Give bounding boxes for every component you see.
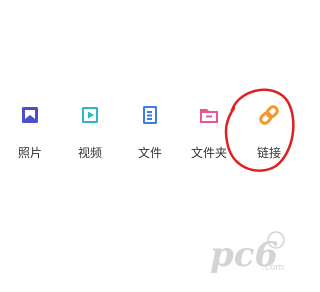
share-options-bar: 照片 视频 文件 文件夹 链接 pc6 .com	[0, 0, 300, 292]
pc6-watermark-logo: pc6 .com	[208, 226, 292, 278]
share-file-label: 文件	[137, 146, 162, 160]
share-photo-label: 照片	[17, 146, 42, 160]
share-link-label: 链接	[256, 146, 281, 160]
share-photo-button[interactable]: 照片	[6, 104, 54, 164]
file-icon	[139, 104, 161, 126]
link-icon	[258, 104, 280, 126]
share-folder-label: 文件夹	[190, 146, 227, 160]
share-video-label: 视频	[77, 146, 102, 160]
share-file-button[interactable]: 文件	[126, 104, 174, 164]
folder-icon	[198, 104, 220, 126]
share-video-button[interactable]: 视频	[66, 104, 114, 164]
photo-icon	[19, 104, 41, 126]
share-folder-button[interactable]: 文件夹	[185, 104, 233, 164]
svg-text:pc6: pc6	[210, 235, 278, 275]
share-link-button[interactable]: 链接	[245, 104, 293, 164]
svg-text:.com: .com	[262, 263, 284, 273]
video-icon	[79, 104, 101, 126]
